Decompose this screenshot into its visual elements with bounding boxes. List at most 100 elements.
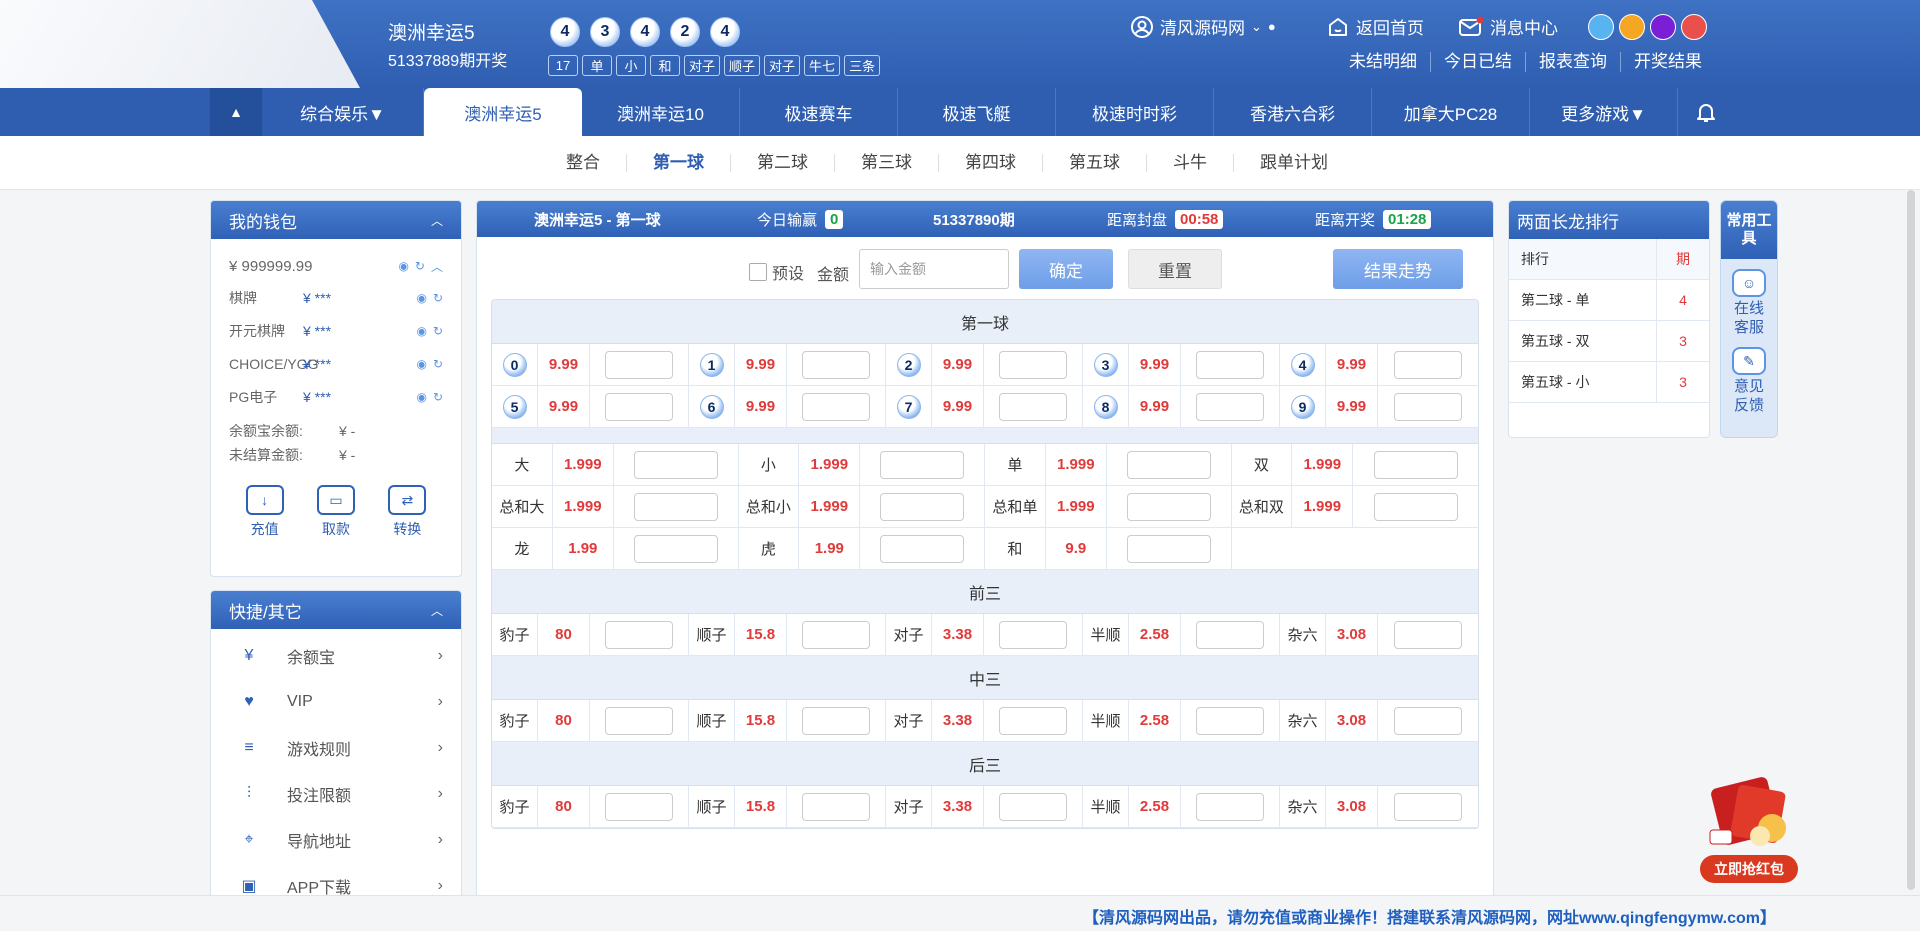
quick-link-item[interactable]: ♥ VIP › [211,679,461,725]
nav-tab[interactable]: 更多游戏▼ [1530,88,1678,136]
play-type-tab[interactable]: 第二球 [730,154,834,172]
bet-amount-input[interactable] [1393,392,1462,421]
bet-amount-input[interactable] [1393,350,1462,379]
play-type-tab[interactable]: 第四球 [938,154,1042,172]
bell-icon[interactable] [1694,100,1718,124]
nav-tab[interactable]: 极速赛车 [740,88,898,136]
refresh-icon[interactable]: ↻ [433,291,443,305]
amount-input[interactable]: 输入金额 [859,249,1009,289]
nav-tab[interactable]: 加拿大PC28 [1372,88,1530,136]
bet-amount-input[interactable] [605,350,673,379]
bet-amount-input[interactable] [1393,620,1462,649]
account-link[interactable]: 开奖结果 [1620,52,1715,72]
play-type-tab[interactable]: 斗牛 [1146,154,1233,172]
bet-amount-input[interactable] [1393,792,1462,821]
collapse-up-icon[interactable]: ▲ [210,88,262,136]
scrollbar[interactable] [1907,190,1915,890]
bet-amount-input[interactable] [802,620,870,649]
bet-amount-input[interactable] [1196,350,1264,379]
bet-amount-input[interactable] [999,706,1067,735]
bet-amount-input[interactable] [633,450,718,479]
bet-amount-input[interactable] [802,350,870,379]
nav-tab[interactable]: 澳洲幸运10 [582,88,740,136]
result-trend-button[interactable]: 结果走势 [1333,249,1463,289]
quick-link-item[interactable]: ⌖ 导航地址 › [211,817,461,863]
bet-amount-input[interactable] [1126,534,1211,563]
bet-amount-input[interactable] [633,534,718,563]
checkbox-box[interactable] [749,263,767,281]
quick-link-item[interactable]: ≡ 游戏规则 › [211,725,461,771]
eye-icon[interactable]: ● [1268,19,1276,34]
eye-icon[interactable]: ◉ [416,291,426,305]
messages-link[interactable]: 消息中心 [1458,14,1558,39]
bet-amount-input[interactable] [605,620,673,649]
play-type-tab[interactable]: 第一球 [626,154,730,172]
user-menu[interactable]: 清风源码网 ⌄ ● [1130,14,1276,39]
confirm-button[interactable]: 确定 [1019,249,1113,289]
eye-icon[interactable]: ◉ [416,324,426,338]
refresh-icon[interactable]: ↻ [433,390,443,404]
eye-icon[interactable]: ◉ [416,390,426,404]
bet-amount-input[interactable] [999,792,1067,821]
bet-amount-input[interactable] [880,450,965,479]
transfer-button[interactable]: ⇄ 转换 [388,485,427,539]
bet-amount-input[interactable] [1196,392,1264,421]
bet-amount-input[interactable] [1196,792,1264,821]
bet-amount-input[interactable] [1196,706,1264,735]
chevron-up-icon[interactable]: ︿ [431,212,443,229]
theme-color-swatch[interactable] [1619,14,1645,40]
bet-amount-input[interactable] [999,392,1067,421]
theme-color-swatch[interactable] [1650,14,1676,40]
chevron-up-icon[interactable]: ︿ [431,602,443,619]
theme-color-swatch[interactable] [1681,14,1707,40]
reset-button[interactable]: 重置 [1128,249,1222,289]
play-type-tab[interactable]: 第五球 [1042,154,1146,172]
preset-checkbox[interactable]: 预设 [749,260,804,284]
bet-amount-input[interactable] [1373,450,1458,479]
bet-amount-input[interactable] [999,350,1067,379]
wallet-header[interactable]: 我的钱包 ︿ [211,201,461,239]
refresh-icon[interactable]: ↻ [433,324,443,338]
feedback-button[interactable]: ✎ 意见反馈 [1721,347,1777,415]
eye-icon[interactable]: ◉ [398,259,408,273]
bet-amount-input[interactable] [605,392,673,421]
online-service-button[interactable]: ☺ 在线客服 [1721,269,1777,337]
bet-amount-input[interactable] [1126,450,1211,479]
refresh-icon[interactable]: ↻ [433,357,443,371]
nav-tab[interactable]: 极速时时彩 [1056,88,1214,136]
bet-amount-input[interactable] [802,792,870,821]
nav-tab[interactable]: 香港六合彩 [1214,88,1372,136]
deposit-button[interactable]: ↓ 充值 [245,485,284,539]
bet-amount-input[interactable] [999,620,1067,649]
nav-tab[interactable]: 极速飞艇 [898,88,1056,136]
bet-amount-input[interactable] [880,534,965,563]
play-type-tab[interactable]: 第三球 [834,154,938,172]
bet-amount-input[interactable] [1126,492,1211,521]
bet-amount-input[interactable] [1196,620,1264,649]
chevron-up-icon[interactable]: ︿ [431,258,443,275]
bet-amount-input[interactable] [1393,706,1462,735]
bet-amount-input[interactable] [880,492,965,521]
bet-amount-input[interactable] [1373,492,1458,521]
bet-amount-input[interactable] [802,392,870,421]
bet-amount-input[interactable] [633,492,718,521]
withdraw-button[interactable]: ▭ 取款 [316,485,355,539]
nav-tab[interactable]: 澳洲幸运5 [424,88,582,136]
bet-amount-input[interactable] [802,706,870,735]
theme-color-swatch[interactable] [1588,14,1614,40]
quick-link-item[interactable]: ¥ 余额宝 › [211,633,461,679]
play-type-tab[interactable]: 跟单计划 [1233,154,1354,172]
nav-tab[interactable]: 综合娱乐▼ [262,88,424,136]
bet-amount-input[interactable] [605,706,673,735]
account-link[interactable]: 今日已结 [1430,52,1525,72]
account-link[interactable]: 报表查询 [1525,52,1620,72]
bet-amount-input[interactable] [605,792,673,821]
grab-red-packet-button[interactable]: 立即抢红包 [1700,855,1798,883]
quick-links-header[interactable]: 快捷/其它 ︿ [211,591,461,629]
home-link[interactable]: 返回首页 [1326,14,1424,39]
refresh-icon[interactable]: ↻ [415,259,425,273]
account-link[interactable]: 未结明细 [1336,52,1430,72]
quick-link-item[interactable]: ⫶ 投注限额 › [211,771,461,817]
play-type-tab[interactable]: 整合 [540,154,626,172]
eye-icon[interactable]: ◉ [416,357,426,371]
